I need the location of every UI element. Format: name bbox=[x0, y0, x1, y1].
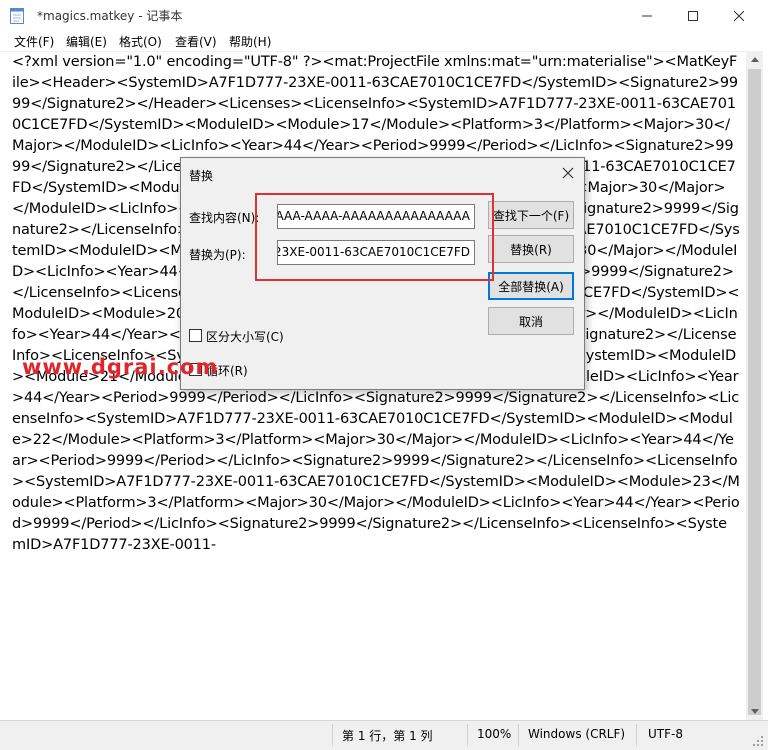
chevron-down-icon bbox=[750, 709, 759, 714]
match-case-checkbox[interactable] bbox=[189, 329, 202, 342]
resize-grip-icon[interactable] bbox=[752, 735, 764, 747]
menu-file[interactable]: 文件(F) bbox=[14, 33, 54, 50]
cancel-button[interactable]: 取消 bbox=[488, 307, 574, 335]
window-title: *magics.matkey - 记事本 bbox=[37, 9, 183, 23]
menu-view[interactable]: 查看(V) bbox=[175, 33, 217, 50]
find-input[interactable]: AAAA-AAAA-AAAAAAAAAAAAAAA bbox=[277, 204, 475, 229]
notepad-icon bbox=[10, 8, 24, 24]
cursor-position: 第 1 行，第 1 列 bbox=[342, 729, 433, 743]
close-icon bbox=[734, 10, 744, 21]
dialog-close-icon[interactable] bbox=[561, 166, 575, 180]
text-encoding: UTF-8 bbox=[648, 727, 683, 741]
menu-bar: 文件(F) 编辑(E) 格式(O) 查看(V) 帮助(H) bbox=[0, 31, 768, 51]
scroll-down-arrow[interactable] bbox=[746, 703, 763, 720]
vertical-scrollbar[interactable] bbox=[746, 51, 763, 720]
scrollbar-thumb[interactable] bbox=[748, 69, 761, 715]
status-divider bbox=[332, 724, 333, 746]
menu-help[interactable]: 帮助(H) bbox=[229, 33, 271, 50]
menu-edit[interactable]: 编辑(E) bbox=[66, 33, 107, 50]
title-bar: *magics.matkey - 记事本 bbox=[0, 0, 768, 31]
menu-format[interactable]: 格式(O) bbox=[119, 33, 162, 50]
dialog-title: 替换 bbox=[189, 169, 214, 183]
match-case-label: 区分大小写(C) bbox=[206, 330, 284, 344]
replace-input-value: A7F1D777-23XE-0011-63CAE7010C1CE7FD bbox=[278, 245, 470, 259]
find-input-value: AAAA-AAAA-AAAAAAAAAAAAAAA bbox=[277, 209, 470, 223]
replace-label: 替换为(P): bbox=[189, 248, 246, 262]
replace-dialog: 替换 查找内容(N): AAAA-AAAA-AAAAAAAAAAAAAAA 替换… bbox=[180, 157, 585, 390]
zoom-level: 100% bbox=[477, 727, 512, 741]
maximize-icon bbox=[688, 10, 698, 21]
maximize-button[interactable] bbox=[670, 0, 716, 31]
replace-button[interactable]: 替换(R) bbox=[488, 235, 574, 263]
find-next-button[interactable]: 查找下一个(F) bbox=[488, 201, 574, 229]
close-button[interactable] bbox=[716, 0, 762, 31]
scroll-up-arrow[interactable] bbox=[746, 51, 763, 68]
watermark-text: www.dgrai.com bbox=[22, 355, 219, 379]
replace-input[interactable]: A7F1D777-23XE-0011-63CAE7010C1CE7FD bbox=[277, 240, 475, 265]
status-bar: 第 1 行，第 1 列 100% Windows (CRLF) UTF-8 bbox=[0, 720, 768, 750]
line-ending: Windows (CRLF) bbox=[528, 727, 626, 741]
chevron-up-icon bbox=[750, 57, 759, 62]
status-divider bbox=[467, 724, 468, 746]
status-divider bbox=[636, 724, 637, 746]
status-divider bbox=[518, 724, 519, 746]
minimize-button[interactable] bbox=[624, 0, 670, 31]
find-label: 查找内容(N): bbox=[189, 211, 260, 225]
minimize-icon bbox=[642, 15, 652, 16]
replace-all-button[interactable]: 全部替换(A) bbox=[488, 272, 574, 300]
